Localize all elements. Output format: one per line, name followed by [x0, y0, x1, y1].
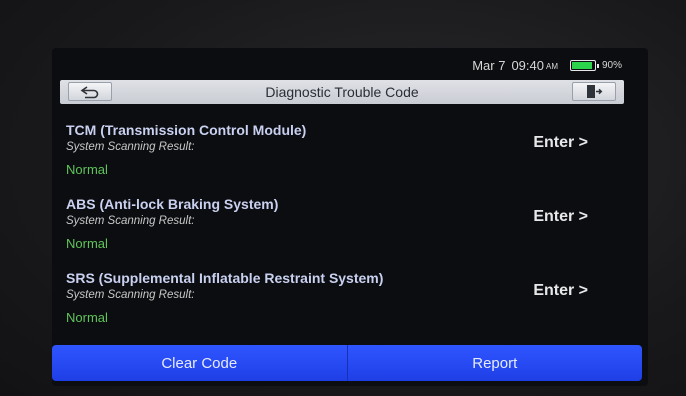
screen: Mar 7 09:40 AM 90% Diagnostic Trouble Co… [52, 48, 648, 386]
page-title: Diagnostic Trouble Code [265, 84, 419, 100]
battery-icon [569, 59, 599, 71]
system-row-srs[interactable]: SRS (Supplemental Inflatable Restraint S… [62, 260, 632, 334]
exit-door-icon [587, 85, 603, 98]
bottom-action-bar: Clear Code Report [52, 345, 642, 381]
system-name: ABS (Anti-lock Braking System) [66, 196, 279, 212]
battery-percent: 90% [601, 59, 622, 71]
system-name: TCM (Transmission Control Module) [66, 122, 307, 138]
exit-button[interactable] [572, 82, 616, 101]
report-button[interactable]: Report [346, 345, 642, 381]
system-name: SRS (Supplemental Inflatable Restraint S… [66, 270, 384, 286]
enter-button-tcm[interactable]: Enter > [533, 134, 588, 152]
device-frame: Mar 7 09:40 AM 90% Diagnostic Trouble Co… [0, 0, 686, 396]
system-row-tcm[interactable]: TCM (Transmission Control Module) System… [62, 112, 632, 186]
system-scan-label: System Scanning Result: [66, 289, 195, 301]
status-bar: Mar 7 09:40 AM 90% [472, 56, 622, 74]
back-arrow-icon [80, 85, 99, 98]
system-scan-label: System Scanning Result: [66, 141, 195, 153]
title-bar: Diagnostic Trouble Code [60, 80, 624, 104]
battery-level-bar [571, 61, 592, 69]
system-status: Normal [66, 310, 108, 325]
status-time: 09:40 [511, 57, 544, 73]
enter-button-srs[interactable]: Enter > [533, 282, 588, 300]
system-status: Normal [66, 162, 108, 177]
system-row-abs[interactable]: ABS (Anti-lock Braking System) System Sc… [62, 186, 632, 260]
clear-code-button[interactable]: Clear Code [52, 345, 347, 381]
status-ampm: AM [545, 62, 558, 71]
system-status: Normal [66, 236, 108, 251]
enter-button-abs[interactable]: Enter > [533, 208, 588, 226]
system-scan-label: System Scanning Result: [66, 215, 195, 227]
status-date: Mar 7 [472, 57, 506, 73]
back-button[interactable] [68, 82, 112, 101]
system-list: TCM (Transmission Control Module) System… [62, 112, 632, 334]
